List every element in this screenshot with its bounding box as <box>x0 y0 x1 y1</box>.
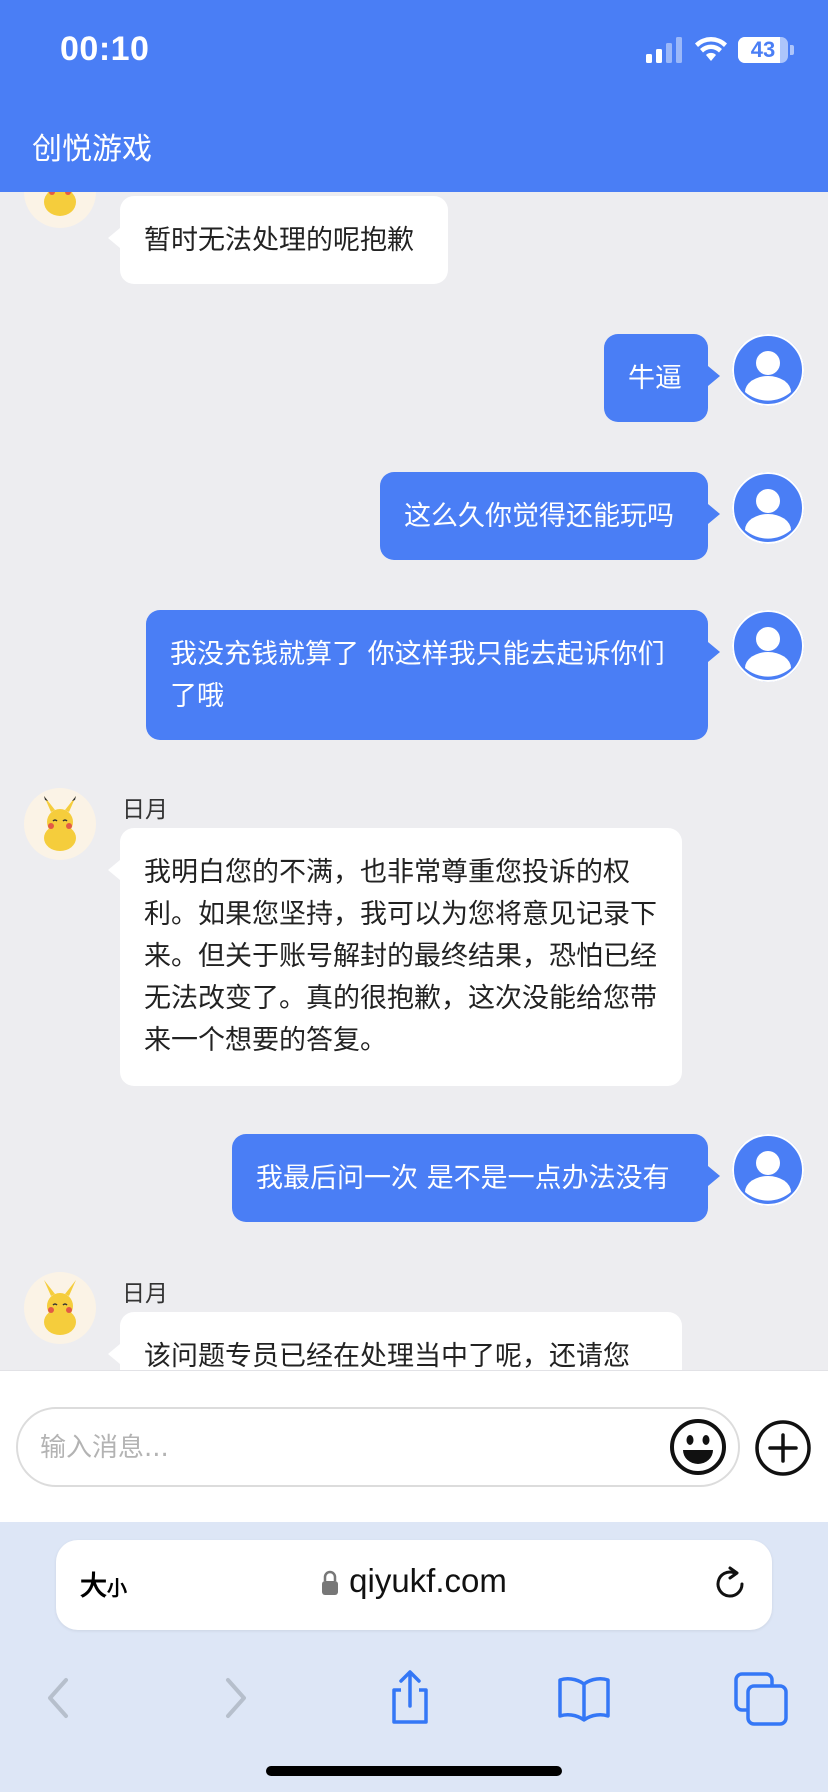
user-avatar-icon <box>732 334 804 406</box>
message-bubble-user: 牛逼 <box>604 334 720 422</box>
app-header: 00:10 43 创悦游戏 <box>0 0 828 192</box>
user-avatar-icon <box>732 610 804 682</box>
forward-icon[interactable] <box>206 1668 266 1728</box>
share-icon[interactable] <box>380 1668 440 1728</box>
message-bubble-bot: 该问题专员已经在处理当中了呢，还请您 <box>108 1312 682 1370</box>
status-icons: 43 <box>646 34 794 66</box>
signal-icon <box>646 37 682 63</box>
message-bubble-bot: 我明白您的不满，也非常尊重您投诉的权利。如果您坚持，我可以为您将意见记录下来。但… <box>108 828 682 1086</box>
battery-level: 43 <box>750 37 776 62</box>
user-avatar-icon <box>732 472 804 544</box>
message-bubble-user: 我最后问一次 是不是一点办法没有 <box>232 1134 720 1222</box>
emoji-icon[interactable] <box>668 1417 728 1477</box>
url-text: qiyukf.com <box>349 1562 507 1599</box>
wifi-icon <box>695 37 727 61</box>
message-bubble-user: 我没充钱就算了 你这样我只能去起诉你们了哦 <box>146 610 720 740</box>
browser-toolbar <box>0 1650 828 1750</box>
sender-name: 日月 <box>122 1281 168 1307</box>
page-title: 创悦游戏 <box>32 132 152 167</box>
plus-icon[interactable] <box>754 1419 812 1477</box>
url-display[interactable]: qiyukf.com <box>56 1562 772 1600</box>
status-time: 00:10 <box>60 30 150 68</box>
user-avatar-icon <box>732 1134 804 1206</box>
sender-name: 日月 <box>122 797 168 823</box>
battery-icon: 43 <box>738 37 788 63</box>
bookmarks-icon[interactable] <box>554 1668 614 1728</box>
browser-chrome: 大小 qiyukf.com <box>0 1522 828 1792</box>
message-input-box[interactable] <box>16 1407 740 1487</box>
chat-area[interactable]: 暂时无法处理的呢抱歉 牛逼 这么久你觉得还能玩吗 我没充钱就算了 你这样我只能去… <box>0 192 828 1370</box>
bot-avatar-icon <box>24 788 96 860</box>
tabs-icon[interactable] <box>732 1668 792 1728</box>
message-bubble-user: 这么久你觉得还能玩吗 <box>380 472 720 560</box>
back-icon[interactable] <box>28 1668 88 1728</box>
message-input-bar <box>0 1370 828 1523</box>
reload-icon[interactable] <box>712 1566 748 1602</box>
bot-avatar-icon <box>24 192 96 228</box>
message-input[interactable] <box>38 1419 642 1477</box>
message-bubble-bot: 暂时无法处理的呢抱歉 <box>108 196 448 284</box>
home-indicator[interactable] <box>266 1766 562 1776</box>
lock-icon <box>322 1571 339 1596</box>
bot-avatar-icon <box>24 1272 96 1344</box>
url-bar[interactable]: 大小 qiyukf.com <box>56 1540 772 1630</box>
